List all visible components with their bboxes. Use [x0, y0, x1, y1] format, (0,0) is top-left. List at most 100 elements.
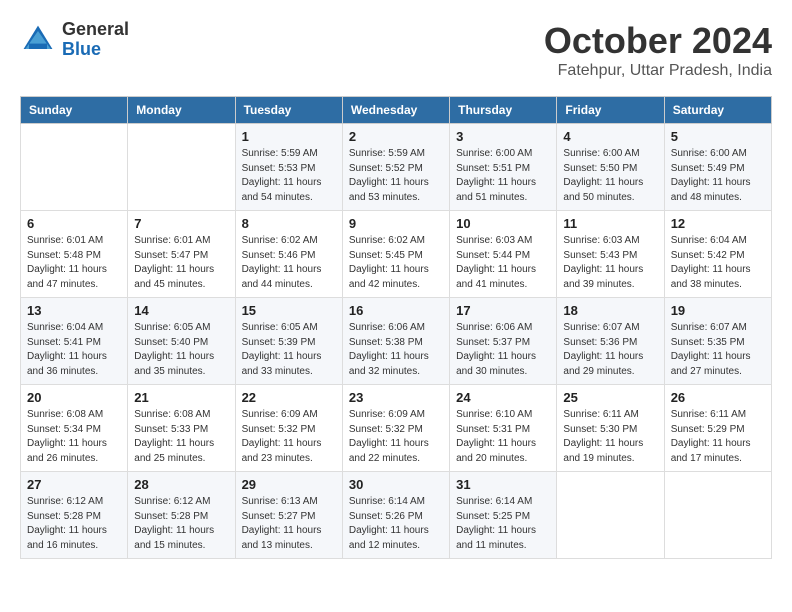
day-number: 25 [563, 390, 657, 405]
calendar-cell: 28Sunrise: 6:12 AMSunset: 5:28 PMDayligh… [128, 472, 235, 559]
weekday-header-wednesday: Wednesday [342, 97, 449, 124]
calendar-cell: 23 Sunrise: 6:09 AMSunset: 5:32 PMDayligh… [342, 385, 449, 472]
calendar-cell: 2Sunrise: 5:59 AMSunset: 5:52 PMDaylight… [342, 124, 449, 211]
weekday-header-monday: Monday [128, 97, 235, 124]
calendar-cell: 24 Sunrise: 6:10 AMSunset: 5:31 PMDayligh… [450, 385, 557, 472]
calendar-cell: 7Sunrise: 6:01 AMSunset: 5:47 PMDaylight… [128, 211, 235, 298]
day-number: 11 [563, 216, 657, 231]
calendar-cell: 8Sunrise: 6:02 AMSunset: 5:46 PMDaylight… [235, 211, 342, 298]
day-info: Sunrise: 6:13 AMSunset: 5:27 PMDaylight:… [242, 495, 336, 553]
weekday-header-tuesday: Tuesday [235, 97, 342, 124]
day-info: Sunrise: 5:59 AMSunset: 5:52 PMDaylight:… [349, 147, 443, 205]
logo-text: General Blue [62, 20, 129, 60]
day-info: Sunrise: 6:07 AMSunset: 5:35 PMDaylight:… [671, 321, 765, 379]
calendar-cell: 22 Sunrise: 6:09 AMSunset: 5:32 PMDayligh… [235, 385, 342, 472]
day-number: 29 [242, 477, 336, 492]
day-info: Sunrise: 6:00 AMSunset: 5:49 PMDaylight:… [671, 147, 765, 205]
day-number: 31 [456, 477, 550, 492]
calendar-cell: 10 Sunrise: 6:03 AMSunset: 5:44 PMDayligh… [450, 211, 557, 298]
calendar-cell: 1 Sunrise: 5:59 AMSunset: 5:53 PMDaylight… [235, 124, 342, 211]
day-number: 26 [671, 390, 765, 405]
calendar-week-4: 20 Sunrise: 6:08 AMSunset: 5:34 PMDayligh… [21, 385, 772, 472]
day-number: 8 [242, 216, 336, 231]
day-number: 24 [456, 390, 550, 405]
weekday-header-row: SundayMondayTuesdayWednesdayThursdayFrid… [21, 97, 772, 124]
calendar-cell: 29 Sunrise: 6:13 AMSunset: 5:27 PMDayligh… [235, 472, 342, 559]
calendar-cell: 4 Sunrise: 6:00 AMSunset: 5:50 PMDaylight… [557, 124, 664, 211]
day-number: 22 [242, 390, 336, 405]
day-info: Sunrise: 5:59 AMSunset: 5:53 PMDaylight:… [242, 147, 336, 205]
calendar-cell: 17 Sunrise: 6:06 AMSunset: 5:37 PMDayligh… [450, 298, 557, 385]
day-info: Sunrise: 6:06 AMSunset: 5:37 PMDaylight:… [456, 321, 550, 379]
day-info: Sunrise: 6:06 AMSunset: 5:38 PMDaylight:… [349, 321, 443, 379]
day-info: Sunrise: 6:11 AMSunset: 5:30 PMDaylight:… [563, 408, 657, 466]
day-info: Sunrise: 6:07 AMSunset: 5:36 PMDaylight:… [563, 321, 657, 379]
day-info: Sunrise: 6:05 AMSunset: 5:39 PMDaylight:… [242, 321, 336, 379]
day-number: 18 [563, 303, 657, 318]
day-info: Sunrise: 6:09 AMSunset: 5:32 PMDaylight:… [242, 408, 336, 466]
calendar-cell: 14 Sunrise: 6:05 AMSunset: 5:40 PMDayligh… [128, 298, 235, 385]
day-info: Sunrise: 6:04 AMSunset: 5:41 PMDaylight:… [27, 321, 121, 379]
day-info: Sunrise: 6:00 AMSunset: 5:50 PMDaylight:… [563, 147, 657, 205]
day-info: Sunrise: 6:02 AMSunset: 5:45 PMDaylight:… [349, 234, 443, 292]
day-info: Sunrise: 6:08 AMSunset: 5:34 PMDaylight:… [27, 408, 121, 466]
calendar-cell: 21 Sunrise: 6:08 AMSunset: 5:33 PMDayligh… [128, 385, 235, 472]
day-info: Sunrise: 6:04 AMSunset: 5:42 PMDaylight:… [671, 234, 765, 292]
day-info: Sunrise: 6:10 AMSunset: 5:31 PMDaylight:… [456, 408, 550, 466]
day-number: 15 [242, 303, 336, 318]
day-info: Sunrise: 6:11 AMSunset: 5:29 PMDaylight:… [671, 408, 765, 466]
day-number: 27 [27, 477, 121, 492]
day-info: Sunrise: 6:05 AMSunset: 5:40 PMDaylight:… [134, 321, 228, 379]
calendar-week-2: 6Sunrise: 6:01 AMSunset: 5:48 PMDaylight… [21, 211, 772, 298]
calendar-cell [128, 124, 235, 211]
calendar-cell: 20 Sunrise: 6:08 AMSunset: 5:34 PMDayligh… [21, 385, 128, 472]
calendar-table: SundayMondayTuesdayWednesdayThursdayFrid… [20, 96, 772, 559]
calendar-cell: 26 Sunrise: 6:11 AMSunset: 5:29 PMDayligh… [664, 385, 771, 472]
day-number: 16 [349, 303, 443, 318]
day-number: 4 [563, 129, 657, 144]
calendar-cell [557, 472, 664, 559]
calendar-cell: 19Sunrise: 6:07 AMSunset: 5:35 PMDayligh… [664, 298, 771, 385]
day-info: Sunrise: 6:01 AMSunset: 5:48 PMDaylight:… [27, 234, 121, 292]
day-number: 5 [671, 129, 765, 144]
calendar-cell: 6Sunrise: 6:01 AMSunset: 5:48 PMDaylight… [21, 211, 128, 298]
calendar-cell [664, 472, 771, 559]
day-info: Sunrise: 6:09 AMSunset: 5:32 PMDaylight:… [349, 408, 443, 466]
day-info: Sunrise: 6:03 AMSunset: 5:44 PMDaylight:… [456, 234, 550, 292]
calendar-cell: 9 Sunrise: 6:02 AMSunset: 5:45 PMDaylight… [342, 211, 449, 298]
day-info: Sunrise: 6:14 AMSunset: 5:25 PMDaylight:… [456, 495, 550, 553]
day-number: 30 [349, 477, 443, 492]
day-number: 17 [456, 303, 550, 318]
calendar-cell: 25 Sunrise: 6:11 AMSunset: 5:30 PMDayligh… [557, 385, 664, 472]
calendar-cell: 11 Sunrise: 6:03 AMSunset: 5:43 PMDayligh… [557, 211, 664, 298]
day-info: Sunrise: 6:08 AMSunset: 5:33 PMDaylight:… [134, 408, 228, 466]
calendar-cell: 3Sunrise: 6:00 AMSunset: 5:51 PMDaylight… [450, 124, 557, 211]
calendar-cell: 16 Sunrise: 6:06 AMSunset: 5:38 PMDayligh… [342, 298, 449, 385]
calendar-cell: 18 Sunrise: 6:07 AMSunset: 5:36 PMDayligh… [557, 298, 664, 385]
location: Fatehpur, Uttar Pradesh, India [544, 62, 772, 80]
day-number: 28 [134, 477, 228, 492]
calendar-week-1: 1 Sunrise: 5:59 AMSunset: 5:53 PMDaylight… [21, 124, 772, 211]
calendar-week-3: 13 Sunrise: 6:04 AMSunset: 5:41 PMDayligh… [21, 298, 772, 385]
day-number: 3 [456, 129, 550, 144]
day-number: 9 [349, 216, 443, 231]
calendar-cell: 31 Sunrise: 6:14 AMSunset: 5:25 PMDayligh… [450, 472, 557, 559]
day-number: 1 [242, 129, 336, 144]
day-number: 13 [27, 303, 121, 318]
day-number: 20 [27, 390, 121, 405]
calendar-cell [21, 124, 128, 211]
calendar-cell: 30Sunrise: 6:14 AMSunset: 5:26 PMDayligh… [342, 472, 449, 559]
day-number: 21 [134, 390, 228, 405]
day-info: Sunrise: 6:03 AMSunset: 5:43 PMDaylight:… [563, 234, 657, 292]
calendar-cell: 13 Sunrise: 6:04 AMSunset: 5:41 PMDayligh… [21, 298, 128, 385]
weekday-header-saturday: Saturday [664, 97, 771, 124]
calendar-week-5: 27 Sunrise: 6:12 AMSunset: 5:28 PMDayligh… [21, 472, 772, 559]
weekday-header-thursday: Thursday [450, 97, 557, 124]
logo: General Blue [20, 20, 129, 60]
day-number: 10 [456, 216, 550, 231]
day-number: 23 [349, 390, 443, 405]
day-info: Sunrise: 6:12 AMSunset: 5:28 PMDaylight:… [27, 495, 121, 553]
calendar-cell: 12Sunrise: 6:04 AMSunset: 5:42 PMDayligh… [664, 211, 771, 298]
calendar-cell: 5 Sunrise: 6:00 AMSunset: 5:49 PMDaylight… [664, 124, 771, 211]
day-number: 14 [134, 303, 228, 318]
